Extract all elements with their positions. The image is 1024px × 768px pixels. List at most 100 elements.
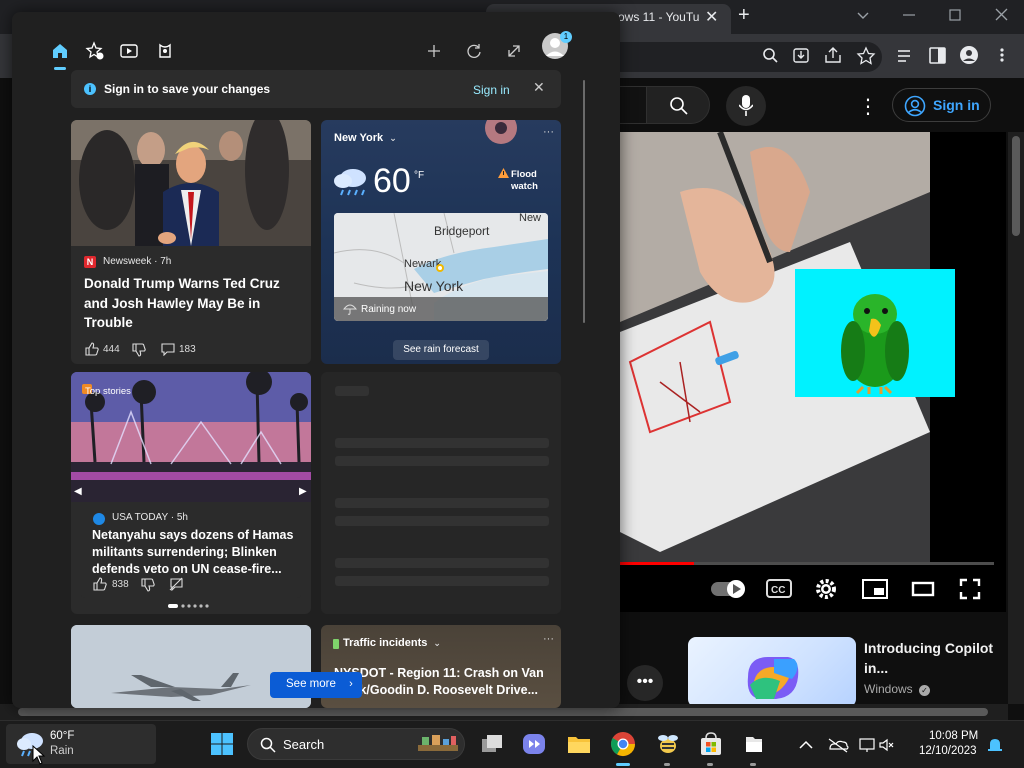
traffic-more-icon[interactable]: ··· (543, 633, 554, 645)
new-tab-button[interactable]: + (738, 4, 750, 27)
recommendation-channel[interactable]: Windows ✓ (864, 682, 931, 696)
weather-location[interactable]: New York ⌄ (334, 132, 397, 144)
youtube-more-icon[interactable]: ⋮ (858, 94, 878, 119)
clock-time[interactable]: 10:08 PM (929, 730, 978, 742)
hide-story-icon[interactable] (169, 577, 183, 591)
app-running-indicator (707, 763, 713, 766)
recommendation-title[interactable]: Introducing Copilot in... (864, 638, 1004, 678)
weather-card[interactable]: New York ⌄ ··· 60 °F Flood watch Bridgep… (321, 120, 561, 364)
comment-icon[interactable] (161, 342, 175, 356)
traffic-heading[interactable]: Traffic incidents ⌄ (343, 637, 441, 649)
skeleton-line (335, 438, 549, 448)
task-view-icon[interactable] (478, 730, 506, 758)
profile-icon[interactable] (960, 46, 978, 64)
news-card-top-stories[interactable]: Top stories ◀ ▶ USA TODAY · 5h Netanyahu… (71, 372, 311, 614)
following-icon[interactable] (81, 37, 109, 65)
news-source: USA TODAY · 5h (112, 512, 188, 523)
horizontal-scrollbar-thumb[interactable] (18, 708, 988, 716)
chrome-menu-icon[interactable] (1000, 48, 1004, 62)
verified-icon: ✓ (919, 685, 931, 696)
see-rain-forecast-button[interactable]: See rain forecast (393, 340, 489, 360)
chat-icon[interactable] (520, 730, 548, 758)
widgets-panel: 1 i Sign in to save your changes Sign in… (12, 12, 620, 708)
news-title[interactable]: Donald Trump Warns Ted Cruz and Josh Haw… (84, 274, 304, 333)
show-hidden-icons[interactable] (799, 740, 813, 749)
like-icon[interactable] (93, 577, 107, 591)
signin-link[interactable]: Sign in (473, 83, 510, 97)
weather-city-name: New York (334, 132, 384, 144)
news-title[interactable]: Netanyahu says dozens of Hamas militants… (92, 527, 302, 578)
home-icon[interactable] (46, 37, 74, 65)
taskbar-search-box[interactable] (247, 728, 465, 760)
app-running-indicator (664, 763, 670, 766)
voice-search-button[interactable] (726, 86, 766, 126)
display-icon[interactable] (859, 738, 875, 752)
panel-scrollbar[interactable] (583, 80, 585, 323)
autoplay-toggle[interactable] (711, 580, 745, 598)
microphone-icon (739, 95, 753, 116)
microsoft-store-icon[interactable] (697, 730, 725, 758)
vertical-scrollbar[interactable] (1008, 132, 1024, 704)
weather-more-icon[interactable]: ··· (543, 126, 554, 138)
map-label-new-york: New York (404, 278, 464, 294)
carousel-dots[interactable] (168, 603, 216, 609)
skeleton-line (335, 558, 549, 568)
flood-watch-alert[interactable]: Flood watch (511, 169, 551, 193)
bee-app-icon[interactable] (654, 730, 682, 758)
chevron-down-icon: ⌄ (389, 133, 397, 143)
info-icon: i (84, 83, 96, 95)
install-icon[interactable] (793, 48, 809, 63)
miniplayer-icon[interactable] (862, 579, 888, 599)
file-explorer-icon[interactable] (565, 730, 593, 758)
dislike-icon[interactable] (141, 578, 155, 592)
toolbar-icons (763, 46, 1004, 65)
volume-muted-icon[interactable] (879, 738, 894, 752)
loading-placeholder (321, 372, 561, 614)
bookmark-star-icon[interactable] (856, 46, 876, 65)
map-label: Bridgeport (434, 224, 490, 238)
more-actions-icon[interactable]: ••• (627, 665, 663, 701)
see-more-button[interactable]: See more › (270, 672, 362, 698)
taskbar-weather-button[interactable] (6, 724, 156, 764)
reading-list-icon[interactable] (898, 50, 910, 62)
theater-mode-icon[interactable] (911, 581, 935, 597)
zoom-icon[interactable] (763, 48, 778, 63)
tab-close-icon[interactable]: ✕ (705, 7, 718, 27)
video-icon[interactable] (115, 37, 143, 65)
youtube-signin-button[interactable]: Sign in (892, 88, 991, 122)
notification-bell-icon[interactable] (988, 739, 1002, 751)
carousel-next-icon[interactable]: ▶ (299, 486, 307, 497)
rain-cloud-icon (334, 169, 366, 196)
close-banner-icon[interactable]: ✕ (533, 79, 545, 96)
usa-today-logo (93, 513, 105, 525)
start-icon[interactable] (208, 730, 236, 758)
captions-icon[interactable]: CC (766, 579, 792, 598)
traffic-title[interactable]: NYSDOT - Region 11: Crash on Van Wyck/Go… (334, 665, 554, 699)
files-app-icon[interactable] (740, 730, 768, 758)
news-source: Newsweek · 7h (103, 256, 172, 267)
carousel-prev-icon[interactable]: ◀ (74, 486, 82, 497)
chrome-icon[interactable] (609, 730, 637, 758)
news-card-newsweek[interactable]: N Newsweek · 7h Donald Trump Warns Ted C… (71, 120, 311, 364)
traffic-light-icon (333, 639, 339, 649)
dislike-icon[interactable] (132, 343, 146, 357)
expand-icon[interactable] (500, 37, 528, 65)
taskbar-temperature: 60°F (50, 730, 75, 742)
side-panel-icon[interactable] (929, 47, 946, 64)
like-count: 838 (112, 579, 129, 590)
taskbar-condition: Rain (50, 745, 74, 757)
share-icon[interactable] (825, 47, 841, 63)
restore-icon (949, 9, 961, 21)
onedrive-offline-icon[interactable] (828, 738, 849, 753)
clock-date[interactable]: 12/10/2023 (919, 745, 977, 757)
settings-icon[interactable] (816, 579, 836, 599)
vertical-scrollbar-thumb[interactable] (1012, 136, 1020, 236)
recommendation-thumbnail[interactable] (688, 637, 856, 707)
fullscreen-icon[interactable] (959, 578, 981, 600)
youtube-search-button[interactable] (646, 86, 710, 124)
add-widget-icon[interactable] (420, 37, 448, 65)
games-icon[interactable] (151, 37, 179, 65)
like-icon[interactable] (85, 342, 99, 356)
parrot-icon (841, 294, 909, 395)
refresh-icon[interactable] (460, 37, 488, 65)
